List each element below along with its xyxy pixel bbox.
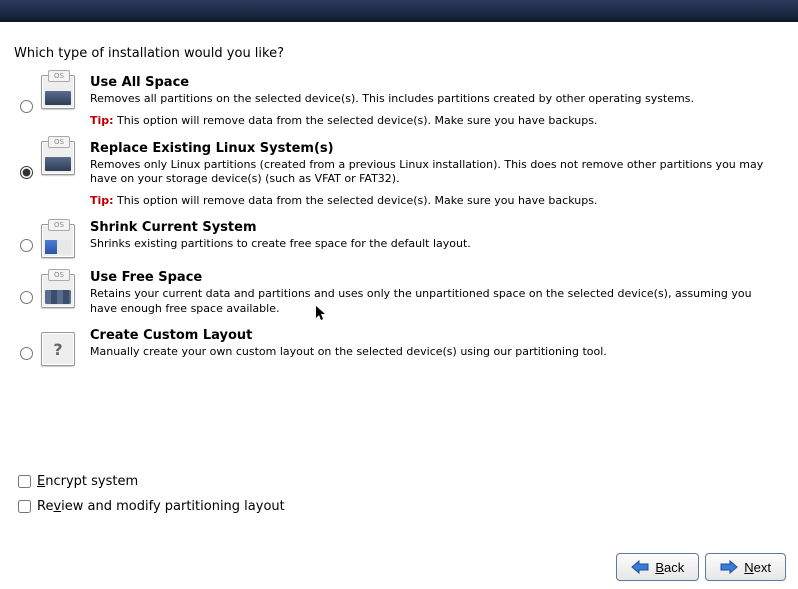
option-title: Use Free Space (90, 270, 764, 285)
option-title: Replace Existing Linux System(s) (90, 141, 764, 156)
disk-custom-icon: ? (41, 332, 75, 366)
radio-use-all-space[interactable] (20, 100, 33, 113)
arrow-left-icon (631, 560, 649, 574)
radio-custom-layout[interactable] (20, 347, 33, 360)
option-use-all-space[interactable]: OS Use All Space Removes all partitions … (14, 75, 784, 129)
arrow-right-icon (720, 560, 738, 574)
option-title: Create Custom Layout (90, 328, 764, 343)
option-title: Use All Space (90, 75, 764, 90)
option-use-free-space[interactable]: OS Use Free Space Retains your current d… (14, 270, 784, 316)
option-tip: Tip: This option will remove data from t… (90, 114, 764, 128)
option-desc: Manually create your own custom layout o… (90, 345, 764, 359)
back-button[interactable]: Back (616, 553, 699, 581)
option-custom-layout[interactable]: ? Create Custom Layout Manually create y… (14, 328, 784, 366)
checkbox-review-layout[interactable]: Review and modify partitioning layout (14, 497, 285, 516)
radio-shrink-current[interactable] (20, 239, 33, 252)
option-replace-existing[interactable]: OS Replace Existing Linux System(s) Remo… (14, 141, 784, 209)
radio-replace-existing[interactable] (20, 166, 33, 179)
disk-shrink-icon: OS (41, 224, 75, 258)
checkbox-encrypt-system[interactable]: Encrypt system (14, 472, 285, 491)
option-shrink-current[interactable]: OS Shrink Current System Shrinks existin… (14, 220, 784, 258)
option-title: Shrink Current System (90, 220, 764, 235)
encrypt-checkbox[interactable] (18, 475, 31, 488)
radio-use-free-space[interactable] (20, 291, 33, 304)
option-desc: Removes all partitions on the selected d… (90, 92, 764, 106)
option-desc: Shrinks existing partitions to create fr… (90, 237, 764, 251)
top-banner (0, 0, 798, 22)
next-button[interactable]: Next (705, 553, 786, 581)
option-desc: Retains your current data and partitions… (90, 287, 764, 316)
install-type-question: Which type of installation would you lik… (14, 46, 784, 61)
option-tip: Tip: This option will remove data from t… (90, 194, 764, 208)
review-checkbox[interactable] (18, 500, 31, 513)
disk-free-icon: OS (41, 274, 75, 308)
disk-full-icon: OS (41, 75, 75, 109)
option-desc: Removes only Linux partitions (created f… (90, 158, 764, 187)
disk-replace-icon: OS (41, 141, 75, 175)
